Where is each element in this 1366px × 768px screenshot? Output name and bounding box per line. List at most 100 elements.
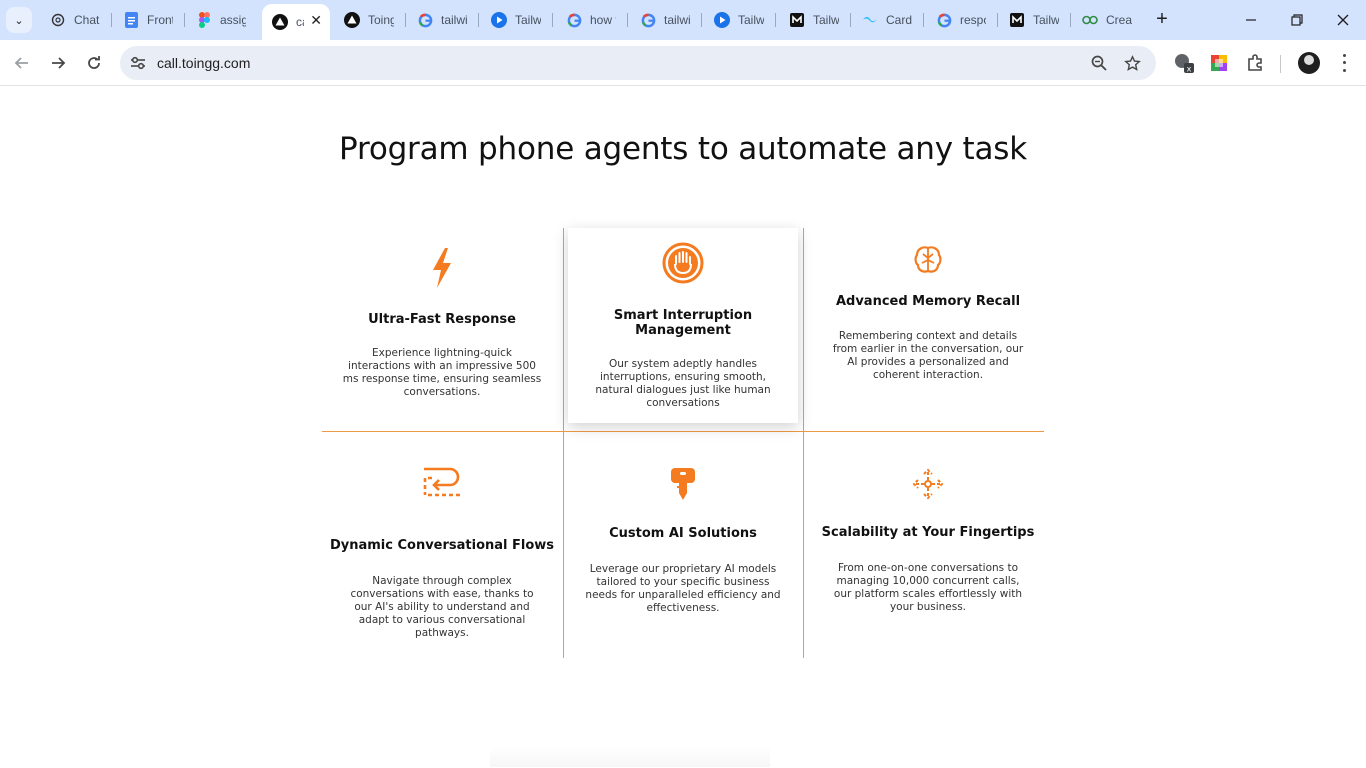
feature-title: Scalability at Your Fingertips bbox=[821, 525, 1035, 540]
feature-description: Leverage our proprietary AI models tailo… bbox=[585, 563, 781, 614]
play-icon bbox=[714, 12, 730, 28]
url-text[interactable]: call.toingg.com bbox=[157, 55, 250, 71]
feature-description: Remembering context and details from ear… bbox=[832, 330, 1024, 381]
new-tab-button[interactable]: + bbox=[1151, 9, 1173, 31]
openai-icon bbox=[50, 12, 66, 28]
tab-title: Tailwind bbox=[515, 13, 541, 27]
forward-button[interactable] bbox=[46, 51, 70, 75]
back-arrow-icon bbox=[14, 57, 28, 69]
medium-icon bbox=[1009, 12, 1025, 28]
profile-avatar[interactable] bbox=[1298, 52, 1320, 74]
key-icon bbox=[671, 468, 695, 500]
close-tab-icon[interactable]: ✕ bbox=[310, 12, 322, 29]
page-content: Program phone agents to automate any tas… bbox=[0, 87, 1366, 768]
stop-hand-icon bbox=[662, 242, 704, 284]
grid-divider-vertical bbox=[803, 228, 804, 658]
reload-icon bbox=[88, 56, 100, 69]
tailwind-icon bbox=[862, 12, 878, 28]
tab-title: Tailwind bbox=[813, 13, 839, 27]
tab-tailwind-medium-2[interactable]: Tailwind bbox=[999, 5, 1071, 35]
feature-title: Custom AI Solutions bbox=[609, 526, 757, 541]
tab-strip: ⌄ ChatGPT Frontend assignment call ✕ Toi… bbox=[0, 0, 1366, 40]
tab-assignment[interactable]: assignment bbox=[186, 5, 258, 35]
feature-card-interruption[interactable]: Smart Interruption Management Our system… bbox=[568, 228, 798, 423]
feature-card-custom-ai[interactable]: Custom AI Solutions Leverage our proprie… bbox=[563, 467, 803, 615]
back-button[interactable] bbox=[10, 51, 34, 75]
tab-title: tailwind bbox=[441, 13, 467, 27]
browser-menu-icon[interactable] bbox=[1336, 52, 1352, 74]
restore-button[interactable] bbox=[1287, 10, 1307, 30]
lightning-icon bbox=[433, 248, 451, 288]
address-bar[interactable]: call.toingg.com bbox=[120, 46, 1156, 80]
tab-title: Tailwind bbox=[738, 13, 764, 27]
tab-tailwind-search[interactable]: tailwind bbox=[407, 5, 479, 35]
feature-title: Smart Interruption Management bbox=[613, 308, 753, 338]
page-title: Program phone agents to automate any tas… bbox=[339, 131, 1027, 167]
tab-create[interactable]: Create bbox=[1072, 5, 1144, 35]
figma-icon bbox=[196, 12, 212, 28]
bookmark-star-icon[interactable] bbox=[1123, 54, 1141, 72]
expand-arrows-icon bbox=[912, 468, 944, 500]
extension-cloud-icon[interactable]: x bbox=[1173, 52, 1195, 74]
tab-title: Frontend bbox=[147, 13, 173, 27]
tab-title: ChatGPT bbox=[74, 13, 100, 27]
triangle-logo-icon bbox=[272, 14, 288, 30]
tab-title: response bbox=[960, 13, 986, 27]
google-icon bbox=[640, 12, 656, 28]
medium-icon bbox=[789, 12, 805, 28]
brain-icon bbox=[914, 246, 942, 273]
tab-title: tailwind bbox=[664, 13, 690, 27]
tab-tailwind-video-2[interactable]: Tailwind bbox=[704, 5, 776, 35]
tab-cards[interactable]: Cards bbox=[852, 5, 924, 35]
chevron-down-icon: ⌄ bbox=[14, 14, 24, 27]
google-icon bbox=[936, 12, 952, 28]
feature-title: Dynamic Conversational Flows bbox=[329, 538, 555, 553]
play-icon bbox=[491, 12, 507, 28]
site-info-icon[interactable] bbox=[129, 54, 147, 72]
feature-description: Our system adeptly handles interruptions… bbox=[595, 358, 771, 409]
next-section-hint bbox=[490, 747, 770, 767]
tab-frontend[interactable]: Frontend bbox=[113, 5, 185, 35]
forward-arrow-icon bbox=[52, 57, 66, 69]
feature-card-scalability[interactable]: Scalability at Your Fingertips From one-… bbox=[808, 468, 1048, 614]
tab-tailwind-search-2[interactable]: tailwind bbox=[630, 5, 702, 35]
close-window-button[interactable] bbox=[1333, 10, 1353, 30]
feature-description: Experience lightning-quick interactions … bbox=[342, 347, 542, 398]
tab-how-to[interactable]: how to bbox=[556, 5, 628, 35]
tab-title: Create bbox=[1106, 13, 1132, 27]
tab-title: Tailwind bbox=[1033, 13, 1059, 27]
feature-card-ultra-fast[interactable]: Ultra-Fast Response Experience lightning… bbox=[322, 247, 562, 399]
extension-color-icon[interactable] bbox=[1208, 52, 1230, 74]
tab-chatgpt[interactable]: ChatGPT bbox=[40, 5, 112, 35]
tab-title: how to bbox=[590, 13, 616, 27]
feature-card-memory[interactable]: Advanced Memory Recall Remembering conte… bbox=[808, 245, 1048, 382]
reload-button[interactable] bbox=[82, 51, 106, 75]
google-icon bbox=[566, 12, 582, 28]
tab-title: Toingg bbox=[368, 13, 394, 27]
minimize-button[interactable] bbox=[1241, 10, 1261, 30]
tab-call-active[interactable]: call ✕ bbox=[262, 4, 330, 40]
tab-tailwind-medium[interactable]: Tailwind bbox=[779, 5, 851, 35]
tab-toingg[interactable]: Toingg bbox=[334, 5, 406, 35]
google-icon bbox=[417, 12, 433, 28]
tab-title: call bbox=[296, 15, 304, 29]
geeks-icon bbox=[1082, 12, 1098, 28]
browser-toolbar: call.toingg.com x bbox=[0, 40, 1366, 86]
feature-description: Navigate through complex conversations w… bbox=[350, 575, 534, 639]
grid-divider-horizontal bbox=[322, 431, 1044, 432]
docs-icon bbox=[123, 12, 139, 28]
toolbar-divider bbox=[1280, 55, 1281, 73]
tab-response[interactable]: response bbox=[926, 5, 998, 35]
svg-text:x: x bbox=[1187, 65, 1192, 74]
tab-title: Cards bbox=[886, 13, 912, 27]
tab-title: assignment bbox=[220, 13, 246, 27]
feature-description: From one-on-one conversations to managin… bbox=[833, 562, 1023, 613]
feature-card-flows[interactable]: Dynamic Conversational Flows Navigate th… bbox=[322, 466, 562, 640]
zoom-icon[interactable] bbox=[1090, 54, 1108, 72]
extensions-puzzle-icon[interactable] bbox=[1244, 52, 1266, 74]
triangle-logo-icon bbox=[344, 12, 360, 28]
feature-title: Ultra-Fast Response bbox=[368, 312, 516, 327]
flow-arrows-icon bbox=[423, 467, 460, 497]
tab-search-button[interactable]: ⌄ bbox=[6, 7, 32, 33]
tab-tailwind-video[interactable]: Tailwind bbox=[481, 5, 553, 35]
